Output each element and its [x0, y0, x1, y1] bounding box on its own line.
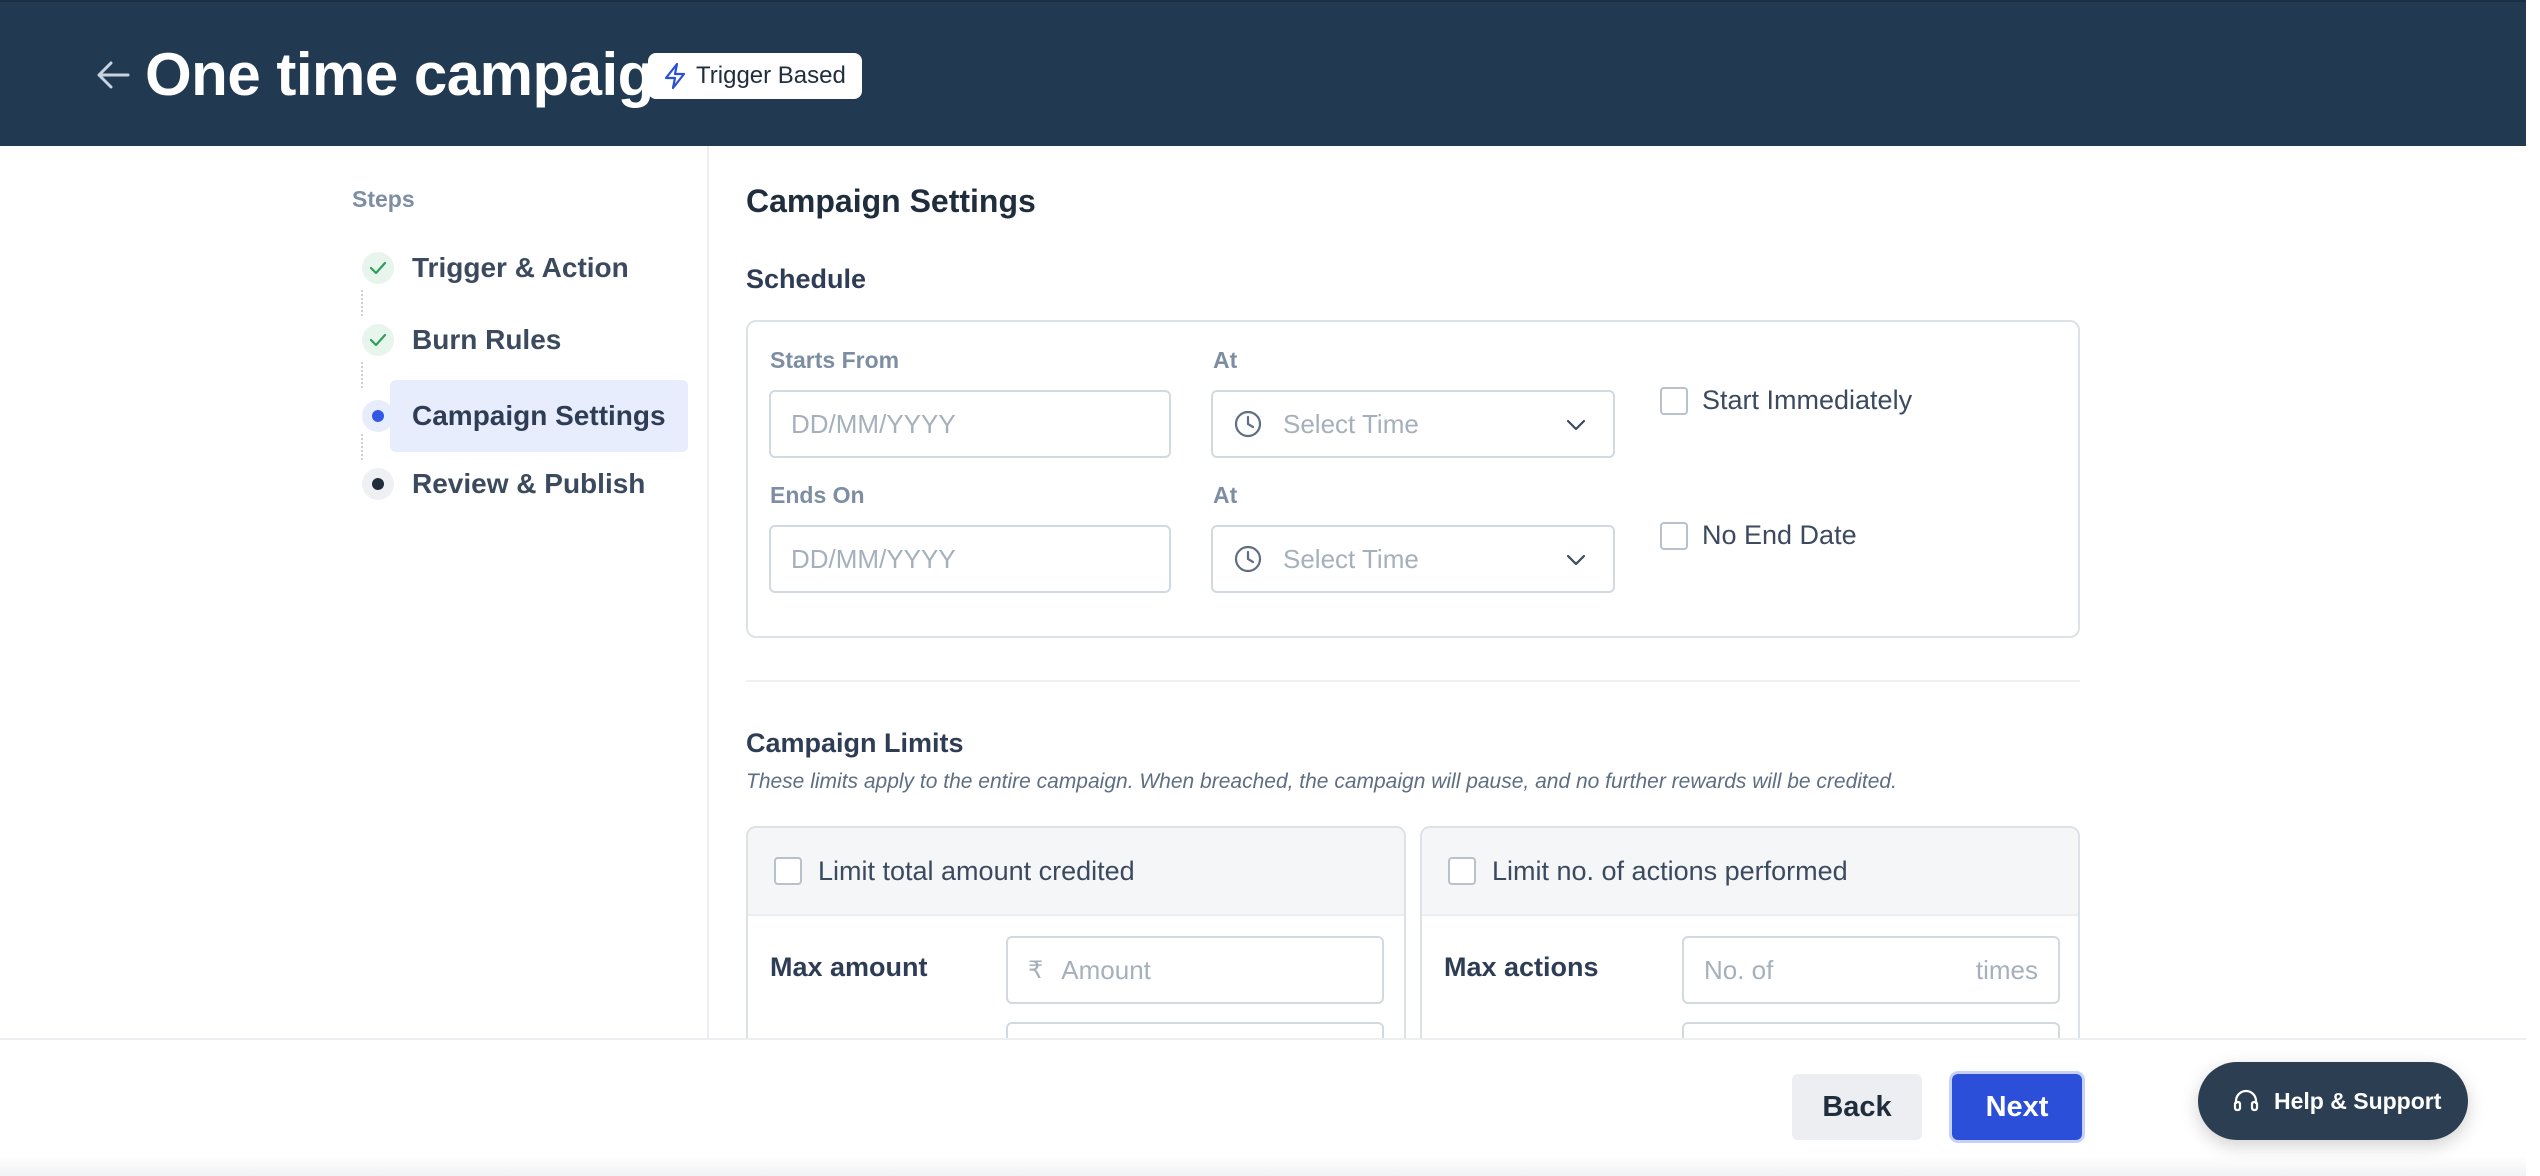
schedule-title: Schedule — [746, 264, 867, 294]
lightning-icon — [664, 62, 686, 90]
limit-amount-checkbox[interactable] — [774, 857, 802, 885]
start-time-placeholder: Select Time — [1283, 408, 1419, 439]
no-end-date-label: No End Date — [1702, 520, 1857, 550]
start-immediately-checkbox[interactable] — [1660, 386, 1688, 415]
actions-limit-card: Limit no. of actions performed Max actio… — [1420, 826, 2080, 1066]
sidebar-divider — [707, 146, 709, 1038]
ends-on-label: Ends On — [770, 482, 865, 508]
limit-amount-label: Limit total amount credited — [818, 855, 1135, 886]
step-label: Burn Rules — [412, 324, 562, 355]
rupee-icon: ₹ — [1028, 956, 1044, 984]
badge-label: Trigger Based — [696, 62, 846, 89]
end-time-select[interactable]: Select Time — [1211, 525, 1615, 593]
start-time-label: At — [1213, 347, 1238, 373]
clock-icon — [1234, 410, 1262, 438]
steps-heading: Steps — [352, 186, 415, 212]
max-amount-placeholder: Amount — [1061, 954, 1151, 985]
page-title: One time campaign — [145, 41, 690, 108]
step-connector — [361, 434, 363, 460]
end-date-placeholder: DD/MM/YYYY — [791, 543, 956, 574]
start-immediately-option[interactable]: Start Immediately — [1660, 385, 1912, 416]
headset-icon — [2233, 1089, 2259, 1112]
pending-step-dot-icon — [362, 468, 394, 500]
max-actions-placeholder: No. of — [1704, 954, 1774, 985]
page-header: One time campaign Trigger Based — [0, 0, 2526, 146]
arrow-left-icon[interactable] — [96, 60, 130, 90]
max-amount-input[interactable]: ₹ Amount — [1006, 936, 1384, 1004]
chevron-down-icon — [1566, 419, 1586, 431]
amount-limit-header[interactable]: Limit total amount credited — [748, 828, 1404, 916]
step-connector — [361, 362, 363, 388]
step-burn-rules[interactable]: Burn Rules — [362, 304, 688, 376]
start-date-placeholder: DD/MM/YYYY — [791, 408, 956, 439]
check-icon — [362, 252, 394, 284]
back-button[interactable]: Back — [1792, 1074, 1922, 1140]
end-time-placeholder: Select Time — [1283, 543, 1419, 574]
amount-limit-card: Limit total amount credited Max amount ₹… — [746, 826, 1406, 1066]
start-date-input[interactable]: DD/MM/YYYY — [769, 390, 1171, 458]
step-label: Campaign Settings — [412, 400, 666, 431]
section-title: Campaign Settings — [746, 183, 1036, 219]
starts-from-label: Starts From — [770, 347, 900, 373]
step-review-publish[interactable]: Review & Publish — [362, 448, 688, 520]
trigger-badge: Trigger Based — [648, 53, 862, 99]
start-immediately-label: Start Immediately — [1702, 385, 1913, 415]
check-icon — [362, 324, 394, 356]
limit-actions-label: Limit no. of actions performed — [1492, 855, 1848, 886]
no-end-date-option[interactable]: No End Date — [1660, 520, 1857, 551]
step-trigger-action[interactable]: Trigger & Action — [362, 232, 688, 304]
times-suffix: times — [1975, 954, 2038, 985]
actions-limit-header[interactable]: Limit no. of actions performed — [1422, 828, 2078, 916]
end-time-label: At — [1213, 482, 1238, 508]
max-amount-label: Max amount — [770, 952, 928, 982]
campaign-limits-description: These limits apply to the entire campaig… — [746, 770, 1897, 793]
step-label: Review & Publish — [412, 468, 646, 499]
limit-actions-checkbox[interactable] — [1448, 857, 1476, 885]
help-support-label: Help & Support — [2274, 1087, 2442, 1114]
clock-icon — [1234, 545, 1262, 573]
start-time-select[interactable]: Select Time — [1211, 390, 1615, 458]
chevron-down-icon — [1566, 554, 1586, 566]
section-divider — [746, 680, 2080, 682]
step-connector — [361, 290, 363, 316]
no-end-date-checkbox[interactable] — [1660, 521, 1688, 550]
window-edge — [2526, 0, 2540, 1176]
help-support-button[interactable]: Help & Support — [2198, 1062, 2468, 1140]
footer-bar — [0, 1038, 2526, 1176]
step-label: Trigger & Action — [412, 252, 629, 283]
current-step-dot-icon — [362, 400, 394, 432]
campaign-limits-title: Campaign Limits — [746, 728, 964, 758]
next-button[interactable]: Next — [1952, 1074, 2082, 1140]
end-date-input[interactable]: DD/MM/YYYY — [769, 525, 1171, 593]
max-actions-label: Max actions — [1444, 952, 1599, 982]
step-campaign-settings[interactable]: Campaign Settings — [362, 380, 688, 452]
max-actions-input[interactable]: No. of times — [1682, 936, 2060, 1004]
